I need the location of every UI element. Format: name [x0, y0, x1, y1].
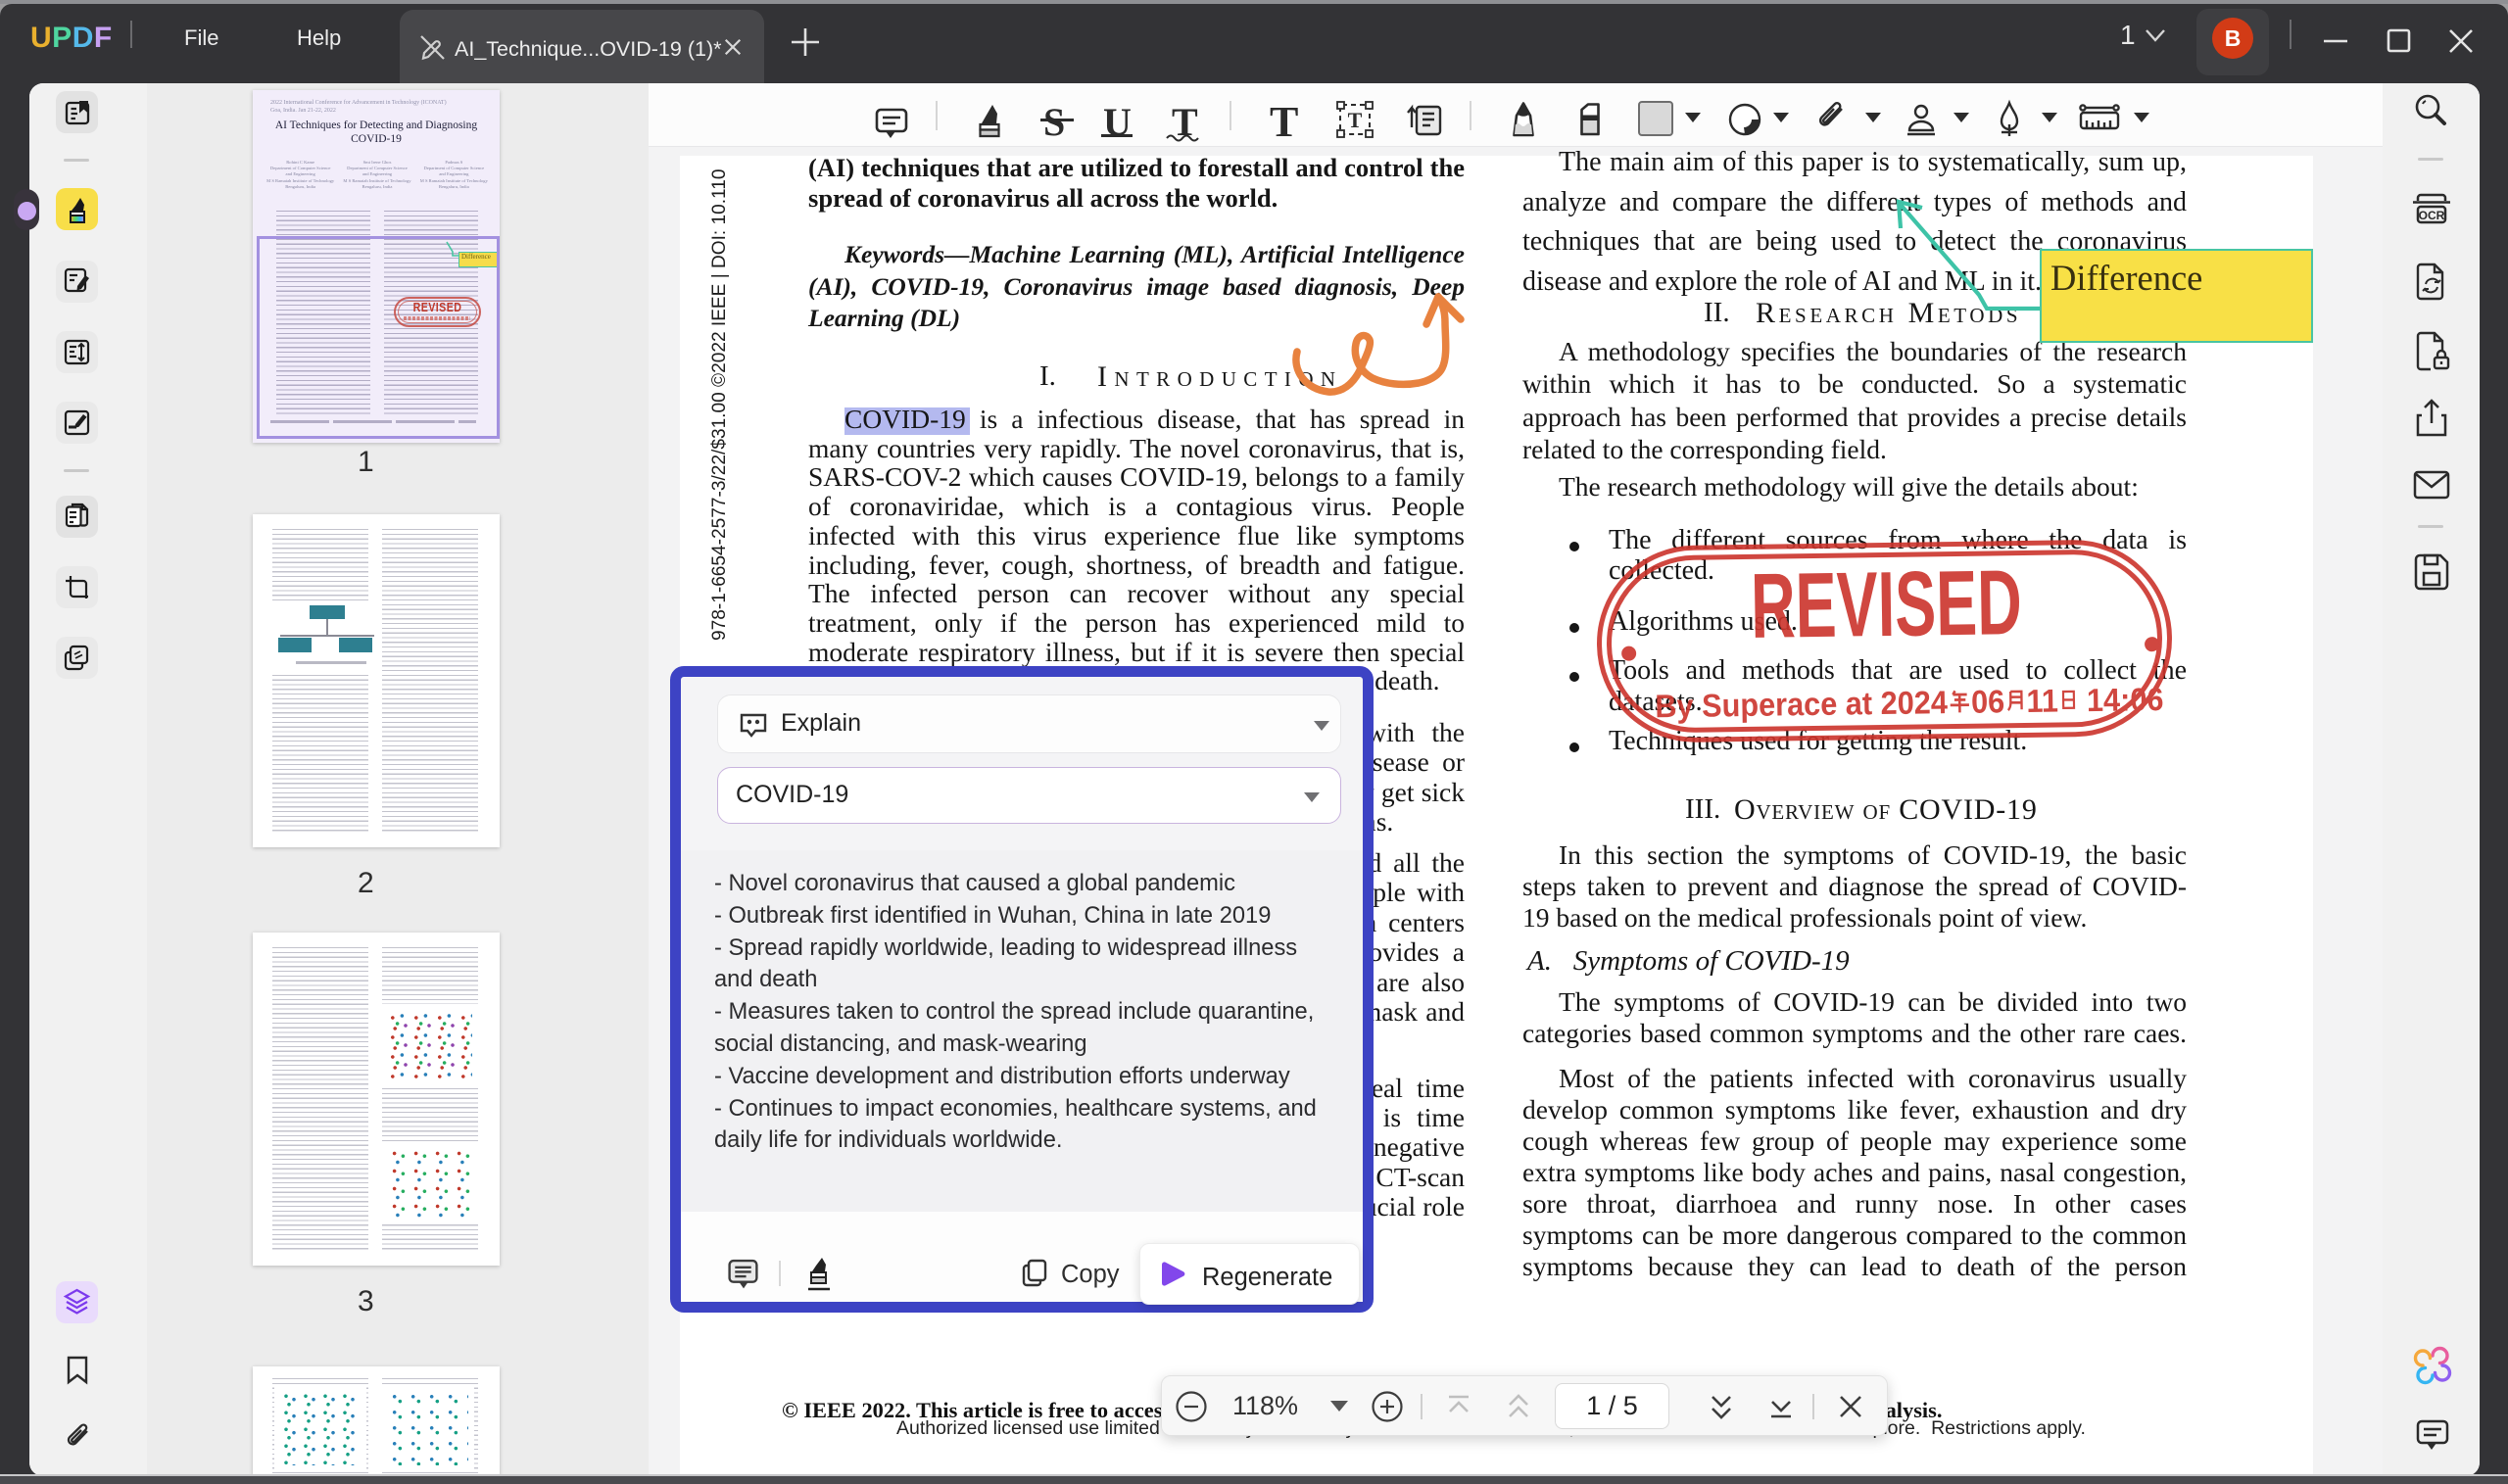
svg-text:OCR: OCR	[2419, 209, 2445, 222]
svg-text:T: T	[1348, 108, 1363, 132]
